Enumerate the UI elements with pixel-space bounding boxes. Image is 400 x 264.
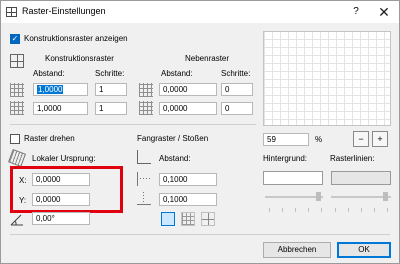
snap-spacing-label: Abstand: — [159, 154, 191, 163]
snap-grid-heading: Fangraster / Stoßen — [137, 134, 209, 143]
highlight-box — [10, 166, 123, 213]
slider-tick — [282, 208, 283, 212]
zoom-field[interactable]: 59 — [263, 133, 309, 146]
zoom-in-icon[interactable]: + — [372, 131, 388, 147]
slider-tick — [321, 208, 322, 212]
snap-x-field[interactable]: 0,1000 — [159, 173, 217, 186]
construction-grid-heading: Konstruktionsraster — [45, 54, 114, 63]
gridlines-color-swatch[interactable] — [331, 171, 391, 185]
construction-x-spacing-field[interactable]: 1,0000 — [33, 83, 88, 96]
slider-tick — [295, 208, 296, 212]
help-button[interactable]: ? — [349, 5, 363, 19]
rotate-grid-label: Raster drehen — [24, 134, 75, 143]
slider-tick — [335, 208, 336, 212]
snap-grid-icon — [137, 150, 151, 164]
angle-field[interactable]: 0,00° — [32, 212, 90, 225]
slider-tick — [308, 208, 309, 212]
section-divider — [10, 124, 256, 125]
grid-preview — [263, 31, 391, 126]
snap-x-icon — [137, 172, 151, 186]
rotated-grid-icon — [8, 149, 26, 167]
background-slider-thumb[interactable] — [316, 192, 321, 201]
construction-y-spacing-field[interactable]: 1,0000 — [33, 102, 88, 115]
show-grid-checkbox[interactable]: ✓ — [10, 34, 20, 44]
background-color-swatch[interactable] — [263, 171, 323, 185]
secondary-y-grid-icon — [139, 101, 153, 115]
secondary-spacing-label: Abstand: — [161, 69, 193, 78]
snap-mode-cross-icon[interactable] — [201, 212, 215, 226]
crosshair-icon — [10, 54, 24, 68]
background-slider-track[interactable] — [265, 196, 323, 198]
rotate-grid-checkbox[interactable] — [10, 134, 20, 144]
zoom-unit: % — [315, 135, 323, 144]
secondary-x-steps-field[interactable]: 0 — [221, 83, 253, 96]
snap-y-icon — [137, 191, 151, 205]
x-spacing-icon — [10, 83, 24, 97]
snap-mode-grid-icon[interactable] — [181, 212, 195, 226]
secondary-grid-heading: Nebenraster — [185, 54, 230, 63]
show-grid-label: Konstruktionsraster anzeigen — [24, 34, 128, 43]
window-title: Raster-Einstellungen — [22, 6, 106, 16]
construction-steps-label: Schritte: — [95, 69, 125, 78]
footer-divider — [10, 234, 390, 235]
secondary-y-steps-field[interactable]: 0 — [221, 102, 253, 115]
slider-tick — [387, 208, 388, 212]
secondary-x-grid-icon — [139, 83, 153, 97]
grid-settings-dialog: Raster-Einstellungen ? ✕ ✓ Konstruktions… — [0, 0, 400, 264]
slider-tick — [348, 208, 349, 212]
close-button[interactable]: ✕ — [375, 3, 393, 21]
angle-icon — [10, 212, 24, 226]
background-color-label: Hintergrund: — [263, 154, 308, 163]
zoom-out-icon[interactable]: − — [353, 131, 369, 147]
gridlines-slider-thumb[interactable] — [383, 192, 388, 201]
secondary-x-spacing-field[interactable]: 0,0000 — [159, 83, 217, 96]
y-spacing-icon — [10, 101, 24, 115]
secondary-y-spacing-field[interactable]: 0,0000 — [159, 102, 217, 115]
title-bar[interactable]: Raster-Einstellungen ? ✕ — [1, 1, 399, 23]
construction-x-steps-field[interactable]: 1 — [95, 83, 127, 96]
slider-tick — [361, 208, 362, 212]
secondary-steps-label: Schritte: — [221, 69, 251, 78]
local-origin-label: Lokaler Ursprung: — [32, 154, 96, 163]
slider-tick — [374, 208, 375, 212]
gridlines-color-label: Rasterlinien: — [330, 154, 375, 163]
snap-y-field[interactable]: 0,1000 — [159, 193, 217, 206]
gridlines-slider-track[interactable] — [331, 196, 391, 198]
construction-spacing-label: Abstand: — [33, 69, 65, 78]
ok-button[interactable]: OK — [337, 242, 391, 258]
construction-y-steps-field[interactable]: 1 — [95, 102, 127, 115]
grid-app-icon — [6, 7, 17, 17]
slider-tick — [269, 208, 270, 212]
cancel-button[interactable]: Abbrechen — [263, 242, 331, 258]
snap-mode-point-icon[interactable] — [161, 212, 175, 226]
